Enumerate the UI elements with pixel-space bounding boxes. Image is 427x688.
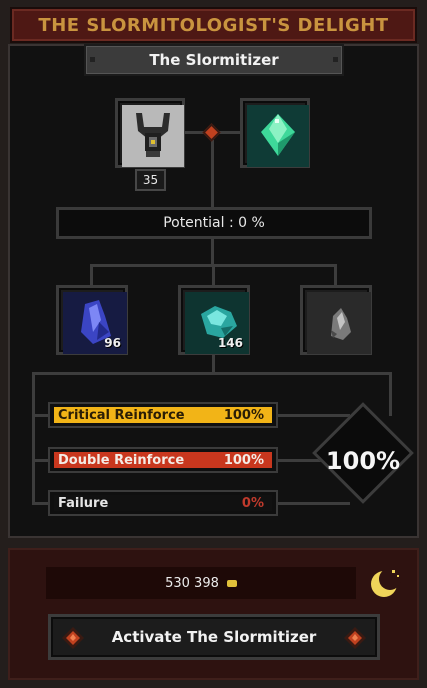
connector-line bbox=[278, 502, 350, 505]
material-count: 96 bbox=[104, 336, 121, 350]
material-slot-teal[interactable]: 146 bbox=[178, 285, 250, 355]
page-title: THE SLORMITOLOGIST'S DELIGHT bbox=[38, 14, 389, 36]
connector-line bbox=[389, 372, 392, 416]
item-slot[interactable] bbox=[115, 98, 185, 168]
result-failure: Failure 0% bbox=[48, 490, 278, 516]
connector-line bbox=[212, 355, 215, 373]
connector-line bbox=[90, 264, 93, 285]
gem-slot[interactable] bbox=[240, 98, 310, 168]
gold-coin-icon bbox=[226, 579, 237, 587]
connector-line bbox=[32, 372, 392, 375]
activate-button-label: Activate The Slormitizer bbox=[111, 628, 317, 646]
result-label: Critical Reinforce bbox=[58, 407, 185, 423]
result-label: Failure bbox=[58, 495, 109, 511]
material-count: 146 bbox=[217, 336, 243, 350]
material-slot-grey[interactable] bbox=[300, 285, 372, 355]
connector-line bbox=[211, 239, 214, 265]
panel-subtitle: The Slormitizer bbox=[84, 44, 344, 76]
result-label: Double Reinforce bbox=[58, 452, 185, 468]
gold-display: 530 398 bbox=[46, 567, 356, 599]
potential-text: Potential : 0 % bbox=[163, 215, 265, 231]
connector-line bbox=[32, 502, 48, 505]
item-level-badge: 35 bbox=[135, 169, 166, 191]
activate-slormitizer-button[interactable]: Activate The Slormitizer bbox=[48, 614, 380, 660]
result-critical-reinforce: Critical Reinforce 100% bbox=[48, 402, 278, 428]
gold-amount: 530 398 bbox=[165, 575, 219, 591]
result-double-reinforce: Double Reinforce 100% bbox=[48, 447, 278, 473]
connector-line bbox=[212, 264, 215, 285]
green-crystal-icon bbox=[247, 105, 309, 167]
amulet-icon bbox=[122, 105, 184, 167]
connector-line bbox=[32, 459, 48, 462]
connector-line bbox=[32, 372, 35, 504]
result-value: 100% bbox=[223, 407, 264, 423]
crescent-moon-icon bbox=[371, 568, 401, 597]
potential-display: Potential : 0 % bbox=[56, 207, 372, 239]
grey-shard-icon bbox=[307, 292, 371, 354]
title-banner: THE SLORMITOLOGIST'S DELIGHT bbox=[10, 7, 417, 43]
connector-line bbox=[334, 264, 337, 285]
success-chance-value: 100% bbox=[325, 447, 401, 475]
connector-line bbox=[32, 414, 48, 417]
connector-line bbox=[278, 414, 350, 417]
material-slot-blue[interactable]: 96 bbox=[56, 285, 128, 355]
result-value: 100% bbox=[223, 452, 264, 468]
panel-subtitle-text: The Slormitizer bbox=[149, 51, 279, 69]
red-gem-icon bbox=[344, 627, 366, 649]
result-value: 0% bbox=[241, 495, 264, 511]
connector-line bbox=[211, 140, 214, 207]
